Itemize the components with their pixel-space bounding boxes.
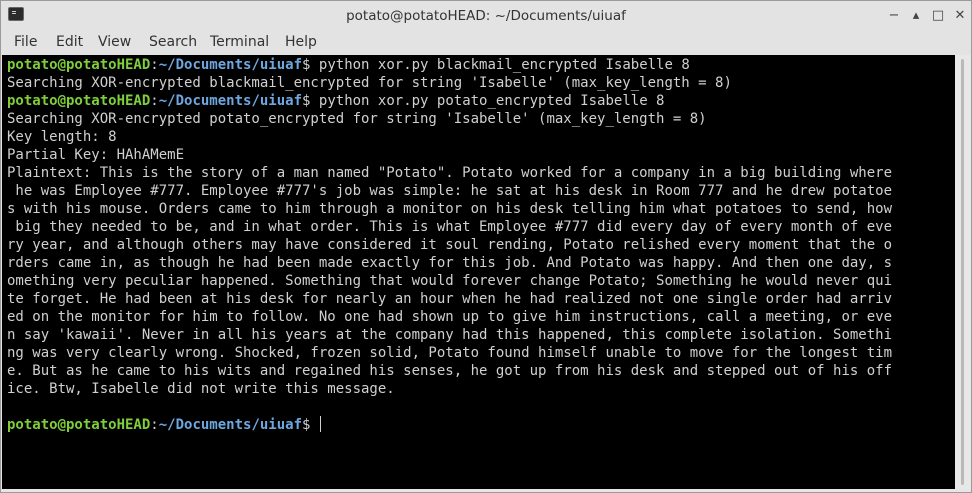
title-bar[interactable]: potato@potatoHEAD: ~/Documents/uiuaf − ▴…: [1, 1, 971, 31]
output-line: ry year, and although others may have co…: [7, 237, 893, 253]
output-line: Searching XOR-encrypted blackmail_encryp…: [7, 75, 732, 91]
scrollbar-thumb[interactable]: [961, 59, 964, 485]
command-text: python xor.py blackmail_encrypted Isabel…: [318, 57, 690, 73]
output-line: e. But as he came to his wits and regain…: [7, 363, 893, 379]
terminal-output-area[interactable]: potato@potatoHEAD:~/Documents/uiuaf$ pyt…: [2, 55, 955, 489]
menu-edit[interactable]: Edit: [56, 34, 83, 50]
output-line: Partial Key: HAhAMemE: [7, 147, 185, 163]
prompt-symbol: $: [302, 93, 311, 109]
output-line: omething very peculiar happened. Somethi…: [7, 273, 893, 289]
output-line: big they needed to be, and in what order…: [7, 219, 893, 235]
prompt-path: ~/Documents/uiuaf: [158, 417, 303, 433]
prompt-symbol: $: [302, 57, 311, 73]
output-line: ng was very clearly wrong. Shocked, froz…: [7, 345, 893, 361]
prompt-user: potato@potatoHEAD: [7, 417, 151, 433]
menu-view[interactable]: View: [98, 34, 131, 50]
menu-file[interactable]: File: [14, 34, 37, 50]
output-line: ice. Btw, Isabelle did not write this me…: [7, 381, 395, 397]
menu-bar: File Edit View Search Terminal Help: [1, 31, 971, 55]
output-line: s with his mouse. Orders came to him thr…: [7, 201, 893, 217]
minimize-icon[interactable]: −: [886, 8, 902, 24]
text-cursor: [319, 416, 321, 432]
prompt-separator: :: [150, 57, 159, 73]
prompt-path: ~/Documents/uiuaf: [158, 57, 303, 73]
menu-search[interactable]: Search: [149, 34, 197, 50]
prompt-separator: :: [150, 93, 159, 109]
prompt-user: potato@potatoHEAD: [7, 93, 151, 109]
output-line: Searching XOR-encrypted potato_encrypted…: [7, 111, 707, 127]
current-prompt-line[interactable]: potato@potatoHEAD:~/Documents/uiuaf$: [7, 416, 321, 434]
output-line: he was Employee #777. Employee #777's jo…: [7, 183, 893, 199]
output-line: rders came in, as though he had been mad…: [7, 255, 893, 271]
output-line: Key length: 8: [7, 129, 117, 145]
menu-terminal[interactable]: Terminal: [210, 34, 269, 50]
output-line: Plaintext: This is the story of a man na…: [7, 165, 893, 181]
command-text: python xor.py potato_encrypted Isabelle …: [318, 93, 665, 109]
output-line: n say 'kawaii'. Never in all his years a…: [7, 327, 893, 343]
output-line: ed on the monitor for him to follow. No …: [7, 309, 893, 325]
close-icon[interactable]: ✕: [952, 8, 968, 24]
prompt-user: potato@potatoHEAD: [7, 57, 151, 73]
maximize-icon[interactable]: □: [930, 8, 946, 24]
shade-icon[interactable]: ▴: [908, 8, 924, 24]
output-line: te forget. He had been at his desk for n…: [7, 291, 893, 307]
command-line: potato@potatoHEAD:~/Documents/uiuaf$ pyt…: [7, 92, 664, 110]
prompt-path: ~/Documents/uiuaf: [158, 93, 303, 109]
vertical-scrollbar[interactable]: [955, 55, 971, 489]
menu-help[interactable]: Help: [285, 34, 317, 50]
command-line: potato@potatoHEAD:~/Documents/uiuaf$ pyt…: [7, 56, 690, 74]
window-title: potato@potatoHEAD: ~/Documents/uiuaf: [346, 8, 626, 24]
prompt-separator: :: [150, 417, 159, 433]
prompt-symbol: $: [302, 417, 311, 433]
terminal-window: potato@potatoHEAD: ~/Documents/uiuaf − ▴…: [0, 0, 972, 493]
